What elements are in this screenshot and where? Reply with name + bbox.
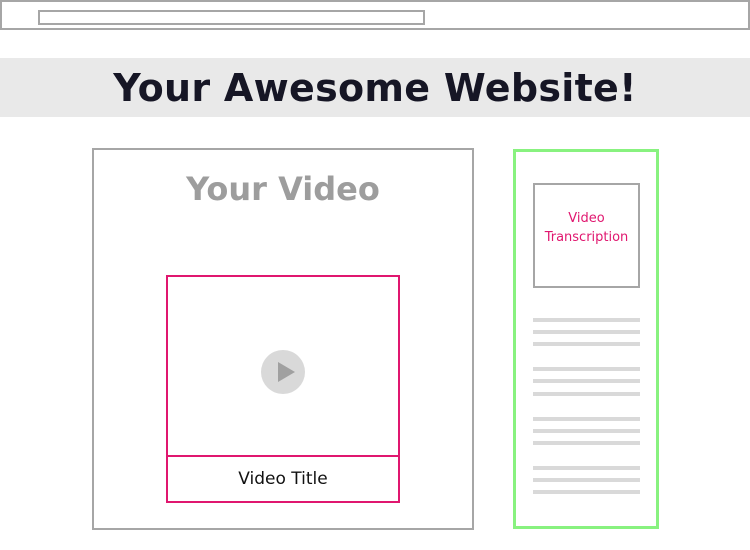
transcription-label: Video Transcription bbox=[544, 211, 629, 245]
transcript-text-line bbox=[533, 490, 640, 494]
transcript-text-line bbox=[533, 379, 640, 383]
transcript-text-line bbox=[533, 342, 640, 346]
transcript-text-line bbox=[533, 441, 640, 445]
video-title: Video Title bbox=[238, 469, 328, 489]
transcript-text-line bbox=[533, 318, 640, 322]
transcript-text-line bbox=[533, 478, 640, 482]
play-icon bbox=[278, 362, 295, 382]
transcription-box: Video Transcription bbox=[533, 183, 640, 288]
transcript-text-line bbox=[533, 429, 640, 433]
address-bar[interactable] bbox=[38, 10, 425, 25]
video-player[interactable]: Video Title bbox=[166, 275, 400, 503]
transcript-text-line bbox=[533, 330, 640, 334]
transcript-text-line bbox=[533, 392, 640, 396]
play-button[interactable] bbox=[261, 350, 305, 394]
transcript-text-line bbox=[533, 367, 640, 371]
site-title: Your Awesome Website! bbox=[113, 65, 637, 110]
site-banner: Your Awesome Website! bbox=[0, 58, 750, 117]
transcript-text-line bbox=[533, 417, 640, 421]
browser-frame bbox=[0, 0, 750, 30]
video-heading: Your Video bbox=[186, 170, 380, 208]
transcript-text-line bbox=[533, 466, 640, 470]
